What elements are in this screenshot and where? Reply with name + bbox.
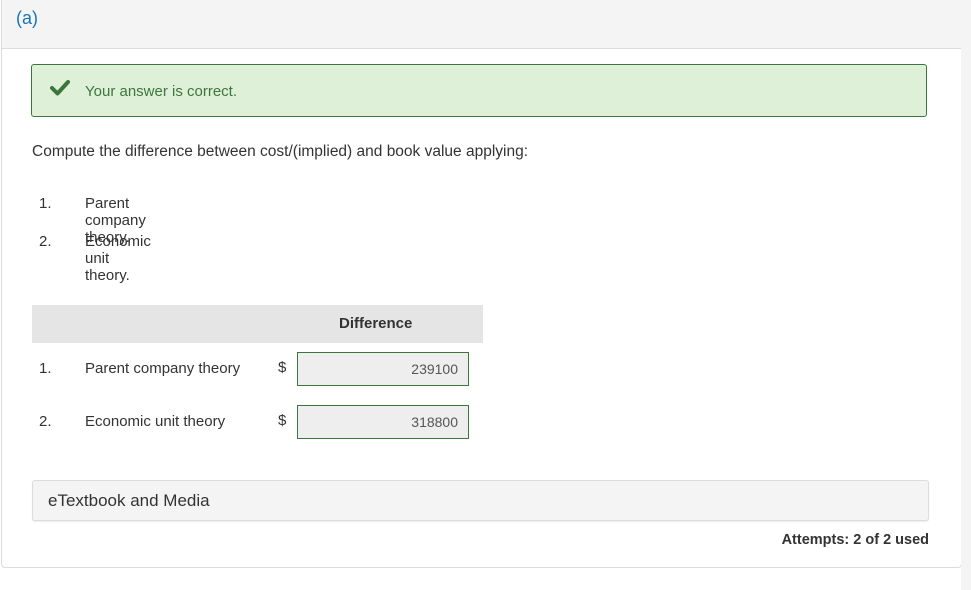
difference-input-economic-unit[interactable]: 318800 [297, 405, 469, 439]
item-number: 1. [39, 195, 52, 212]
etextbook-media-button[interactable]: eTextbook and Media [32, 480, 929, 521]
column-header-difference: Difference [339, 315, 413, 332]
currency-symbol: $ [278, 359, 287, 376]
part-label: (a) [16, 8, 38, 28]
feedback-message: Your answer is correct. [85, 83, 238, 100]
etextbook-label: eTextbook and Media [48, 491, 210, 510]
question-instructions: Compute the difference between cost/(imp… [32, 143, 529, 160]
item-number: 2. [39, 233, 52, 250]
row-label: Economic unit theory [85, 413, 226, 430]
row-number: 2. [39, 413, 52, 430]
row-number: 1. [39, 360, 52, 377]
feedback-alert: Your answer is correct. [31, 64, 927, 117]
attempts-counter: Attempts: 2 of 2 used [781, 532, 929, 548]
currency-symbol: $ [278, 412, 287, 429]
difference-input-parent-company[interactable]: 239100 [297, 352, 469, 386]
page-gutter [961, 0, 971, 590]
answer-table-header: Difference [32, 305, 483, 343]
row-label: Parent company theory [85, 360, 241, 377]
part-header: (a) [2, 0, 961, 49]
checkmark-icon [50, 80, 70, 96]
item-text: Economic unit theory. [85, 233, 151, 284]
